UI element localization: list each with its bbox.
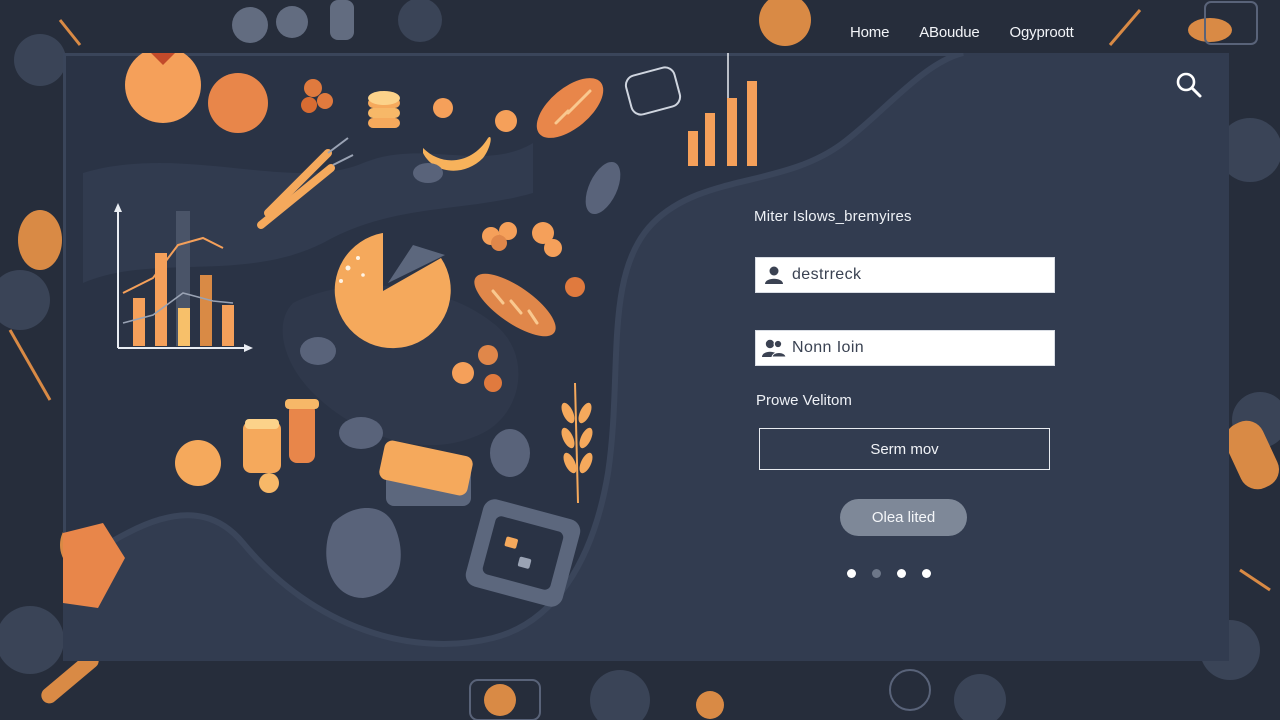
nav-about-link[interactable]: ABoudue	[919, 24, 980, 41]
user-icon	[756, 258, 792, 292]
login-card: Miter Islows_bremyires Prowe	[63, 53, 1229, 661]
carousel-dot-2[interactable]	[872, 569, 881, 578]
top-nav: Home ABoudue Ogyproott	[850, 18, 1074, 46]
carousel-dot-3[interactable]	[897, 569, 906, 578]
nav-home-link[interactable]: Home	[850, 24, 889, 41]
carousel-dot-4[interactable]	[922, 569, 931, 578]
username-input[interactable]	[792, 260, 1054, 290]
users-icon	[756, 331, 792, 365]
password-input[interactable]	[792, 333, 1054, 363]
nav-support-link[interactable]: Ogyproott	[1010, 24, 1074, 41]
primary-outline-button[interactable]: Serm mov	[759, 428, 1050, 470]
carousel-dots	[847, 569, 947, 578]
login-form: Miter Islows_bremyires Prowe	[63, 53, 1229, 661]
username-field[interactable]	[755, 257, 1055, 293]
form-title: Miter Islows_bremyires	[754, 208, 912, 225]
provide-label: Prowe Velitom	[756, 392, 852, 409]
secondary-pill-button[interactable]: Olea lited	[840, 499, 967, 536]
carousel-dot-1[interactable]	[847, 569, 856, 578]
password-field[interactable]	[755, 330, 1055, 366]
